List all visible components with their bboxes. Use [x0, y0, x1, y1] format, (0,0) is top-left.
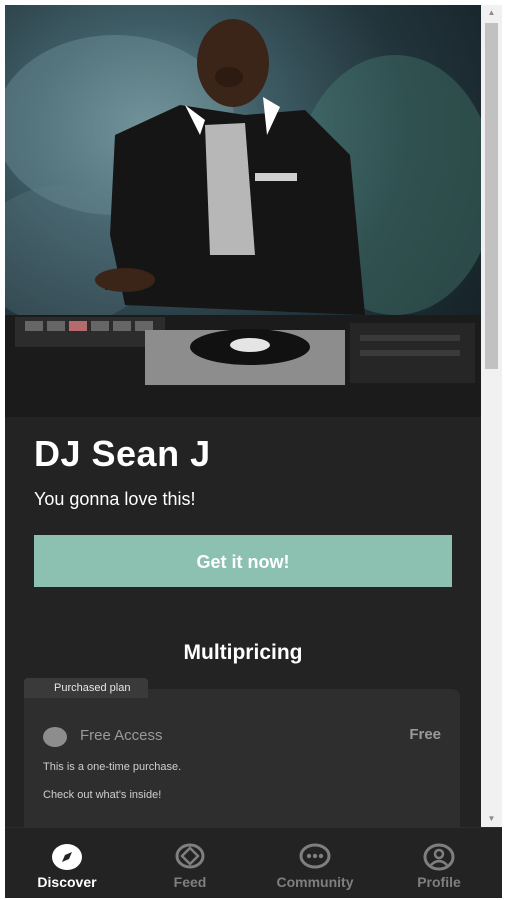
nav-label-community: Community	[276, 874, 354, 890]
plan-price: Free	[409, 726, 441, 743]
plan-description: This is a one-time purchase.	[43, 761, 182, 773]
bottom-navigation: Discover Feed Community Profile	[5, 827, 502, 898]
scroll-up-arrow-icon[interactable]: ▲	[481, 5, 502, 21]
get-it-now-button[interactable]: Get it now!	[34, 535, 452, 587]
plan-card[interactable]	[24, 689, 460, 827]
content-scroll-area[interactable]: DJ Sean J You gonna love this! Get it no…	[5, 5, 481, 827]
app-frame: DJ Sean J You gonna love this! Get it no…	[5, 5, 502, 898]
nav-label-discover: Discover	[37, 874, 97, 890]
vertical-scrollbar[interactable]: ▲ ▼	[481, 5, 502, 827]
scroll-thumb[interactable]	[485, 23, 498, 369]
dj-photo	[5, 19, 481, 417]
artist-tagline: You gonna love this!	[34, 489, 196, 509]
nav-item-feed[interactable]: Feed	[140, 828, 240, 898]
nav-item-discover[interactable]: Discover	[17, 828, 117, 898]
nav-item-community[interactable]: Community	[265, 828, 365, 898]
nav-label-feed: Feed	[173, 874, 207, 890]
nav-item-profile[interactable]: Profile	[389, 828, 489, 898]
nav-label-profile: Profile	[417, 874, 461, 890]
plan-description-secondary: Check out what's inside!	[43, 789, 162, 801]
chat-icon	[299, 843, 331, 869]
scroll-down-arrow-icon[interactable]: ▼	[481, 811, 502, 827]
compass-icon	[52, 844, 82, 870]
user-icon	[423, 843, 455, 871]
artist-name: DJ Sean J	[34, 433, 211, 474]
purchased-plan-tag: Purchased plan	[24, 678, 149, 698]
hero-image	[5, 5, 481, 417]
pricing-section-title: Multipricing	[183, 641, 303, 664]
plan-name: Free Access	[80, 727, 163, 744]
feed-icon	[175, 843, 205, 869]
plan-radio-button[interactable]	[43, 727, 67, 747]
